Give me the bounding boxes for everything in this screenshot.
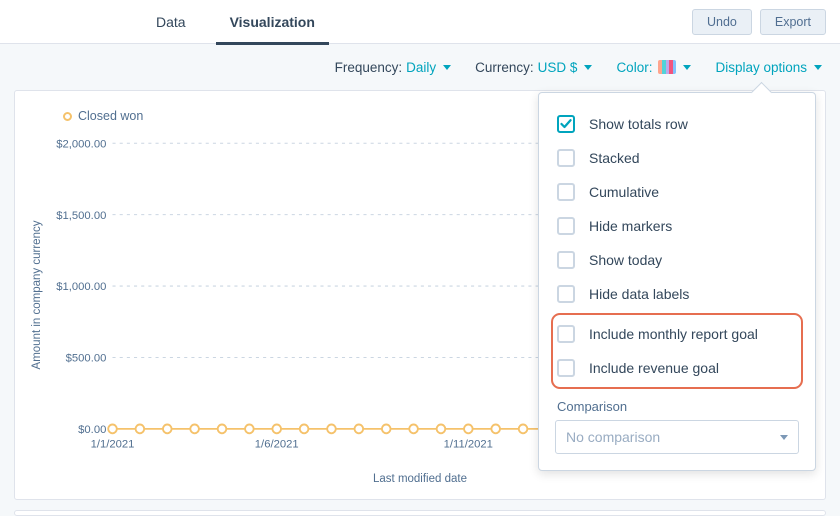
display-option-label: Hide data labels xyxy=(589,286,689,302)
checkbox-icon xyxy=(557,149,575,167)
checkbox-icon xyxy=(557,217,575,235)
display-option-7[interactable]: Include revenue goal xyxy=(555,351,799,385)
tab-visualization[interactable]: Visualization xyxy=(208,0,337,44)
export-button[interactable]: Export xyxy=(760,9,826,35)
display-options-popover: Show totals row Stacked Cumulative Hide mar… xyxy=(538,92,816,471)
x-axis-title: Last modified date xyxy=(373,473,467,485)
undo-button[interactable]: Undo xyxy=(692,9,752,35)
top-bar: Data Visualization Undo Export xyxy=(0,0,840,44)
checkbox-icon xyxy=(557,251,575,269)
chevron-down-icon xyxy=(584,65,592,70)
svg-text:$0.00: $0.00 xyxy=(78,424,106,436)
checkbox-icon xyxy=(557,325,575,343)
display-option-label: Cumulative xyxy=(589,184,659,200)
display-option-0[interactable]: Show totals row xyxy=(555,107,799,141)
tabs: Data Visualization xyxy=(134,0,337,44)
checkbox-icon xyxy=(557,285,575,303)
display-option-label: Stacked xyxy=(589,150,640,166)
display-option-label: Include revenue goal xyxy=(589,360,719,376)
display-options-label: Display options xyxy=(715,60,807,75)
currency-label: Currency: xyxy=(475,60,534,75)
display-options-control[interactable]: Display options xyxy=(715,60,822,75)
chart-toolbar: Frequency: Daily Currency: USD $ Color: … xyxy=(0,44,840,90)
display-option-1[interactable]: Stacked xyxy=(555,141,799,175)
svg-text:1/6/2021: 1/6/2021 xyxy=(255,439,299,451)
display-option-label: Hide markers xyxy=(589,218,672,234)
chevron-down-icon xyxy=(683,65,691,70)
svg-text:$2,000.00: $2,000.00 xyxy=(56,138,106,150)
checkbox-icon xyxy=(557,183,575,201)
checkbox-icon xyxy=(557,115,575,133)
legend-marker-icon xyxy=(63,112,72,121)
checkbox-icon xyxy=(557,359,575,377)
frequency-label: Frequency: xyxy=(335,60,403,75)
svg-text:$1,000.00: $1,000.00 xyxy=(56,281,106,293)
comparison-value: No comparison xyxy=(566,429,660,445)
frequency-value: Daily xyxy=(406,60,436,75)
highlight-callout: Include monthly report goal Include reven… xyxy=(551,313,803,389)
display-option-5[interactable]: Hide data labels xyxy=(555,277,799,311)
legend-series-label: Closed won xyxy=(78,109,143,123)
display-option-2[interactable]: Cumulative xyxy=(555,175,799,209)
display-option-label: Show totals row xyxy=(589,116,688,132)
display-option-label: Include monthly report goal xyxy=(589,326,758,342)
currency-control[interactable]: Currency: USD $ xyxy=(475,60,592,75)
display-option-6[interactable]: Include monthly report goal xyxy=(555,317,799,351)
frequency-control[interactable]: Frequency: Daily xyxy=(335,60,452,75)
comparison-section-label: Comparison xyxy=(557,399,799,414)
svg-text:1/11/2021: 1/11/2021 xyxy=(444,439,493,451)
svg-text:1/1/2021: 1/1/2021 xyxy=(91,439,135,451)
currency-value: USD $ xyxy=(538,60,578,75)
chevron-down-icon xyxy=(780,435,788,440)
color-control[interactable]: Color: xyxy=(616,60,691,75)
svg-text:$1,500.00: $1,500.00 xyxy=(56,210,106,222)
display-option-label: Show today xyxy=(589,252,662,268)
svg-text:$500.00: $500.00 xyxy=(66,353,107,365)
tab-data[interactable]: Data xyxy=(134,0,208,44)
y-axis-title: Amount in company currency xyxy=(31,221,43,370)
palette-swatch-icon xyxy=(658,60,676,74)
comparison-select[interactable]: No comparison xyxy=(555,420,799,454)
display-option-3[interactable]: Hide markers xyxy=(555,209,799,243)
color-label: Color: xyxy=(616,60,652,75)
chevron-down-icon xyxy=(814,65,822,70)
chevron-down-icon xyxy=(443,65,451,70)
display-option-4[interactable]: Show today xyxy=(555,243,799,277)
next-card-peek xyxy=(14,510,826,516)
